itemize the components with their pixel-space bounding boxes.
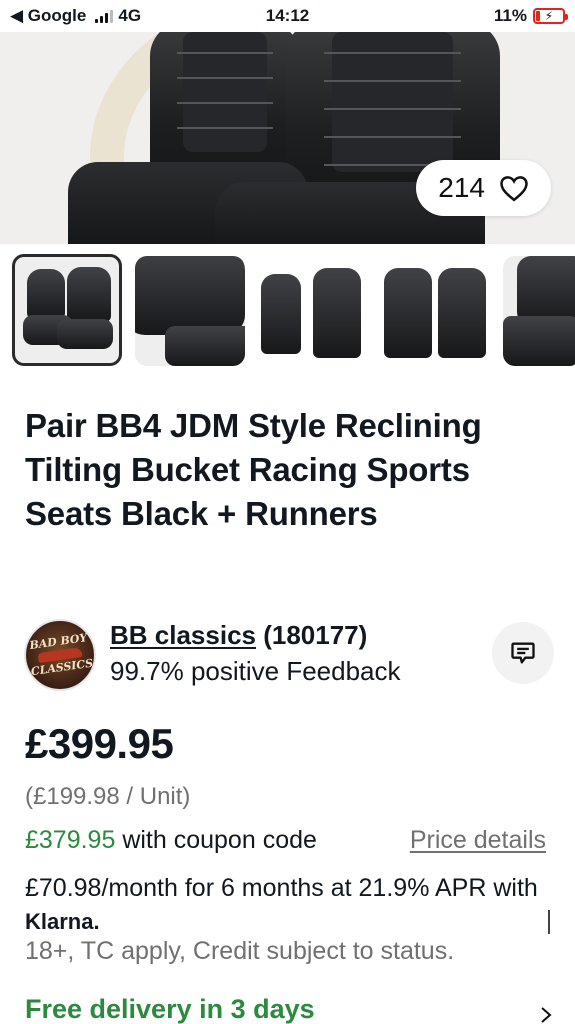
thumbnail-2[interactable] (135, 256, 245, 366)
seller-row: BAD BOY CLASSICS BB classics (180177) 99… (24, 612, 554, 692)
watch-button[interactable]: 214 (416, 160, 551, 216)
thumbnail-4[interactable] (380, 256, 490, 366)
unit-price: (£199.98 / Unit) (25, 783, 191, 810)
thumbnail-5[interactable] (503, 256, 575, 366)
message-icon (511, 642, 535, 664)
seller-name-link[interactable]: BB classics (110, 620, 256, 650)
status-bar: ◀ Google 4G 14:12 11% ⚡ (0, 0, 575, 32)
thumbnail-strip (0, 250, 575, 370)
seller-avatar[interactable]: BAD BOY CLASSICS (24, 619, 96, 691)
chevron-right-icon[interactable] (537, 1006, 555, 1024)
seller-feedback-count: (180177) (263, 620, 368, 650)
contact-seller-button[interactable] (492, 622, 554, 684)
credit-disclaimer: 18+, TC apply, Credit subject to status. (25, 937, 455, 965)
coupon-text: with coupon code (115, 826, 317, 854)
price: £399.95 (25, 720, 174, 767)
klarna-text: £70.98/month for 6 months at 21.9% APR w… (25, 874, 538, 902)
watch-count: 214 (438, 172, 485, 203)
klarna-brand: Klarna. (25, 909, 100, 934)
clock: 14:12 (265, 6, 310, 25)
coupon-line: £379.95 with coupon code Price details (25, 826, 555, 855)
seller-logo: BAD BOY CLASSICS (28, 631, 94, 679)
battery-percent: 11% (493, 6, 527, 25)
seller-feedback: 99.7% positive Feedback (110, 656, 401, 686)
heart-icon (500, 176, 528, 202)
delivery-info[interactable]: Free delivery in 3 days (25, 994, 315, 1024)
main-product-image[interactable]: 214 (0, 32, 575, 244)
battery-icon: ⚡ (533, 8, 568, 24)
text-cursor (548, 910, 550, 934)
seller-name-line[interactable]: BB classics (180177) (110, 620, 367, 651)
listing-title: Pair BB4 JDM Style Reclining Tilting Buc… (25, 407, 482, 532)
coupon-price: £379.95 (25, 826, 116, 854)
price-details-link[interactable]: Price details (410, 826, 546, 855)
status-right: 11% ⚡ (493, 6, 568, 26)
thumbnail-1[interactable] (12, 254, 122, 366)
thumbnail-3[interactable] (257, 256, 367, 366)
klarna-financing: £70.98/month for 6 months at 21.9% APR w… (25, 872, 545, 938)
